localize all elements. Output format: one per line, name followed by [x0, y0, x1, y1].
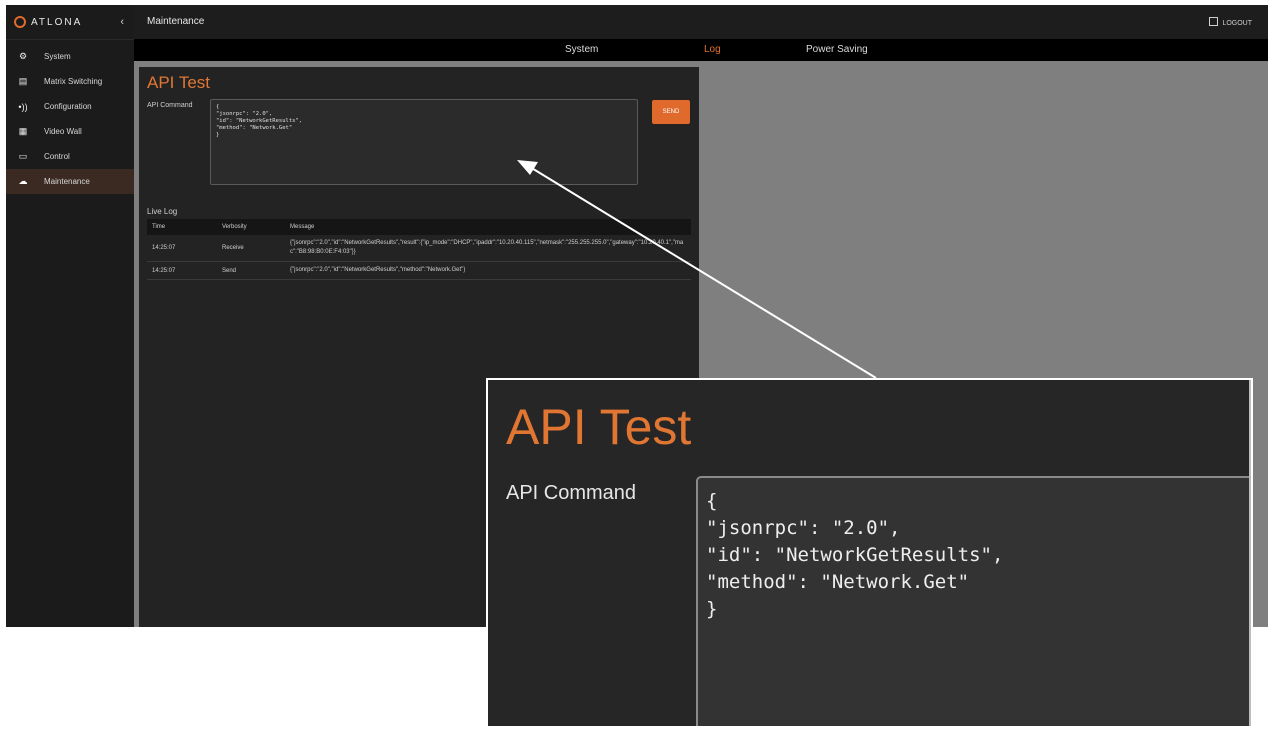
zoom-api-command-input: { "jsonrpc": "2.0", "id": "NetworkGetRes… — [696, 476, 1251, 726]
code-line: "jsonrpc": "2.0", — [706, 517, 901, 539]
code-line: { — [706, 490, 718, 512]
zoom-callout: API Test API Command { "jsonrpc": "2.0",… — [486, 378, 1253, 728]
zoom-api-test-title: API Test — [506, 399, 692, 455]
code-line: "id": "NetworkGetResults", — [706, 544, 1004, 566]
code-line: } — [706, 598, 718, 620]
code-line: "method": "Network.Get" — [706, 571, 970, 593]
zoom-api-command-label: API Command — [506, 482, 637, 504]
